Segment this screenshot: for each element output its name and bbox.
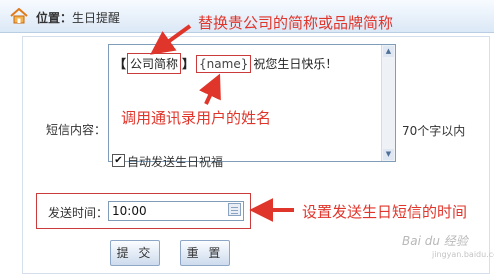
baidu-watermark: Bai du 经验 xyxy=(402,234,468,248)
arrow-to-name-placeholder xyxy=(199,73,221,105)
annotation-name-note: 调用通讯录用户的姓名 xyxy=(121,109,272,127)
arrow-to-company-placeholder xyxy=(150,24,192,55)
annotation-time-note: 设置发送生日短信的时间 xyxy=(302,203,468,221)
annotation-company-note: 替换贵公司的简称或品牌简称 xyxy=(198,14,394,32)
baidu-watermark-url: jingyan.baidu.com xyxy=(432,250,494,259)
